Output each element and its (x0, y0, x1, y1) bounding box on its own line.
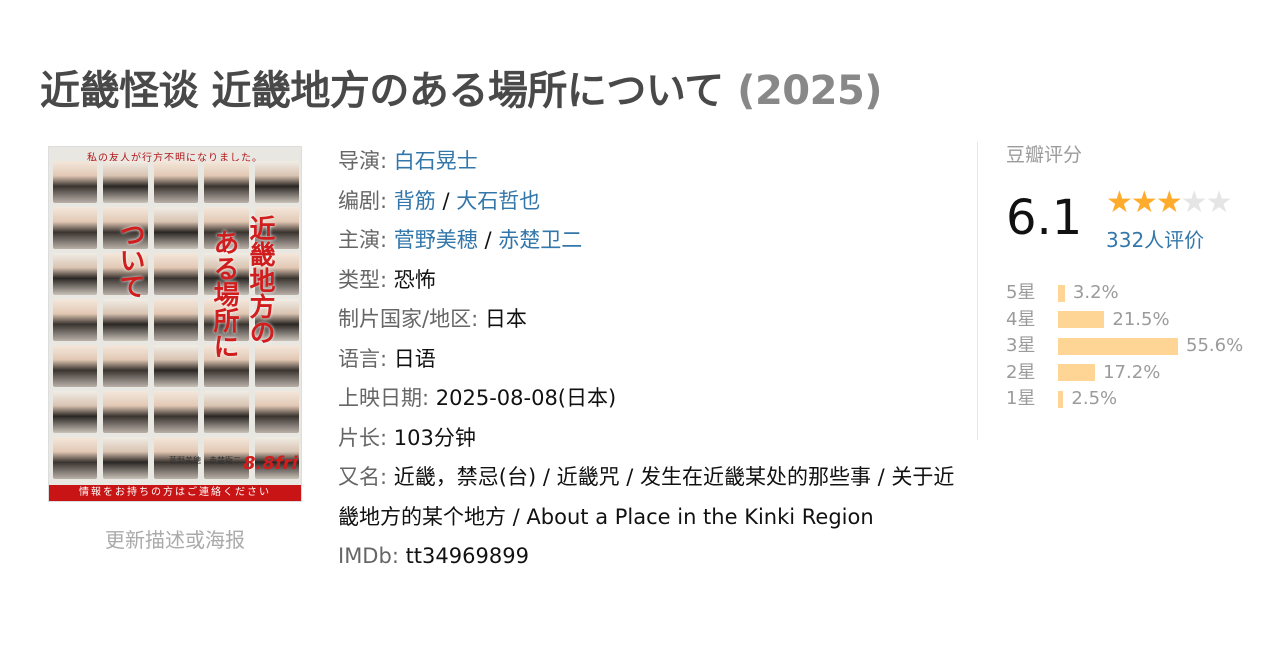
poster-portrait (103, 391, 148, 433)
poster-portrait (254, 345, 299, 387)
rating-dist-row: 3星 55.6% (1006, 333, 1266, 360)
poster-portrait (153, 299, 199, 341)
rating-stars: ★★★★★ (1106, 185, 1233, 220)
poster-portrait (53, 437, 98, 479)
rating-dist-row: 1星 2.5% (1006, 386, 1266, 413)
rating-dist-row: 4星 21.5% (1006, 307, 1266, 334)
aka-row: 又名: 近畿，禁忌(台) / 近畿咒 / 发生在近畿某处的那些事 / 关于近畿地… (338, 458, 968, 537)
poster-portrait (153, 345, 199, 387)
poster-portrait (103, 161, 148, 203)
poster-portrait (153, 253, 199, 295)
release-date-value: 2025-08-08(日本) (435, 386, 617, 410)
imdb-label: IMDb: (338, 544, 399, 568)
runtime-row: 片长: 103分钟 (338, 419, 968, 459)
poster-portrait (204, 161, 249, 203)
imdb-row: IMDb: tt34969899 (338, 537, 968, 577)
poster-title-col2: ある場所に (209, 229, 239, 359)
rating-votes-link[interactable]: 332人评价 (1106, 224, 1204, 253)
poster-portrait (53, 345, 98, 387)
rating-dist-label: 2星 (1006, 361, 1036, 383)
director-label: 导演 (338, 149, 380, 173)
poster-portrait (153, 207, 199, 249)
poster-portrait (103, 299, 148, 341)
star-empty-icon: ★ (1180, 185, 1208, 220)
movie-year: (2025) (737, 68, 883, 114)
poster-cast: 菅野美穂 赤楚衛二 (169, 456, 241, 465)
poster-title-col3: ついて (115, 221, 145, 299)
genre-label: 类型: (338, 267, 388, 292)
poster-portrait (204, 391, 249, 433)
rating-dist-percent: 21.5% (1112, 308, 1170, 330)
rating-dist-label: 5星 (1006, 282, 1036, 303)
cast-row: 主演: 菅野美穂 / 赤楚卫二 (338, 228, 583, 252)
poster-portrait (254, 391, 299, 433)
rating-dist-label: 3星 (1006, 335, 1036, 356)
rating-dist-label: 4星 (1006, 308, 1036, 330)
poster-date: 8.8fri (243, 453, 298, 474)
runtime-label: 片长: (338, 425, 388, 450)
star-empty-icon: ★ (1205, 185, 1233, 220)
rating-dist-row: 2星 17.2% (1006, 360, 1266, 387)
country-row: 制片国家/地区: 日本 (338, 300, 968, 340)
poster-title-col1: 近畿地方の (245, 215, 275, 345)
genre-value: 恐怖 (393, 267, 436, 292)
movie-title: 近畿怪谈 近畿地方のある場所について (2025) (40, 58, 883, 116)
rating-dist-percent: 17.2% (1103, 361, 1161, 383)
rating-dist-bar (1058, 311, 1105, 329)
language-label: 语言: (338, 346, 388, 371)
movie-info: 导演: 白石晃士 编剧: 背筋 / 大石哲也 主演: 菅野美穂 / 赤楚卫二 类… (338, 142, 968, 577)
rating-dist-bar (1058, 390, 1064, 408)
poster-portrait (53, 299, 98, 341)
imdb-value: tt34969899 (405, 544, 529, 568)
douban-rating-panel: 豆瓣评分 6.1 ★★★★★ 332人评价 5星 3.2% 4星 21.5% 3星 55.… (1006, 140, 1266, 409)
rating-distribution: 5星 3.2% 4星 21.5% 3星 55.6% 2星 17.2% 1星 2.5% (1006, 280, 1266, 413)
country-label: 制片国家/地区: (338, 307, 479, 331)
rating-score: 6.1 (1006, 190, 1083, 246)
star-filled-icon: ★ (1106, 185, 1133, 220)
language-value: 日语 (393, 346, 436, 371)
writer-link[interactable]: 背筋 (394, 189, 436, 213)
rating-dist-row: 5星 3.2% (1006, 280, 1266, 307)
movie-title-text: 近畿怪谈 近畿地方のある場所について (40, 68, 724, 114)
writer-row: 编剧: 背筋 / 大石哲也 (338, 188, 541, 213)
rating-dist-bar (1058, 337, 1178, 355)
rating-dist-bar (1058, 364, 1096, 382)
writer-link[interactable]: 大石哲也 (456, 189, 540, 213)
rating-dist-percent: 2.5% (1071, 388, 1118, 409)
poster-portrait (103, 437, 148, 479)
cast-label: 主演 (338, 228, 380, 252)
rating-dist-percent: 3.2% (1072, 282, 1119, 303)
aka-value: 近畿，禁忌(台) / 近畿咒 / 发生在近畿某处的那些事 / 关于近畿地方的某个… (338, 465, 955, 529)
poster-portrait (153, 161, 199, 203)
cast-link[interactable]: 菅野美穂 (394, 228, 478, 252)
poster-bottom-bar: 情報をお持ちの方はご連絡ください (49, 485, 301, 501)
release-date-row: 上映日期: 2025-08-08(日本) (338, 379, 968, 419)
section-divider (977, 142, 978, 440)
release-date-label: 上映日期: (338, 386, 430, 410)
update-description-link[interactable]: 更新描述或海报 (48, 524, 302, 553)
poster-portrait (153, 391, 199, 433)
poster-portrait (53, 391, 98, 433)
director-row: 导演: 白石晃士 (338, 149, 478, 173)
rating-dist-percent: 55.6% (1186, 335, 1244, 356)
genre-row: 类型: 恐怖 (338, 261, 968, 301)
rating-dist-label: 1星 (1006, 388, 1036, 409)
poster-portrait (53, 207, 98, 249)
director-link[interactable]: 白石晃士 (394, 149, 478, 173)
star-filled-icon: ★ (1155, 185, 1183, 220)
poster-portrait (103, 345, 148, 387)
country-value: 日本 (484, 307, 527, 331)
poster-portrait (53, 161, 98, 203)
movie-poster[interactable]: 私の友人が行方不明になりました。 近畿地方の ある場所に ついて 菅野美穂 赤楚… (48, 146, 302, 502)
language-row: 语言: 日语 (338, 340, 968, 380)
rating-label: 豆瓣评分 (1006, 144, 1083, 166)
star-filled-icon: ★ (1130, 185, 1158, 220)
aka-label: 又名: (338, 465, 388, 489)
rating-dist-bar (1058, 284, 1065, 302)
writer-label: 编剧 (338, 188, 380, 213)
cast-link[interactable]: 赤楚卫二 (498, 228, 582, 252)
runtime-value: 103分钟 (393, 425, 476, 450)
poster-portrait (53, 253, 98, 295)
poster-portrait (254, 161, 299, 203)
